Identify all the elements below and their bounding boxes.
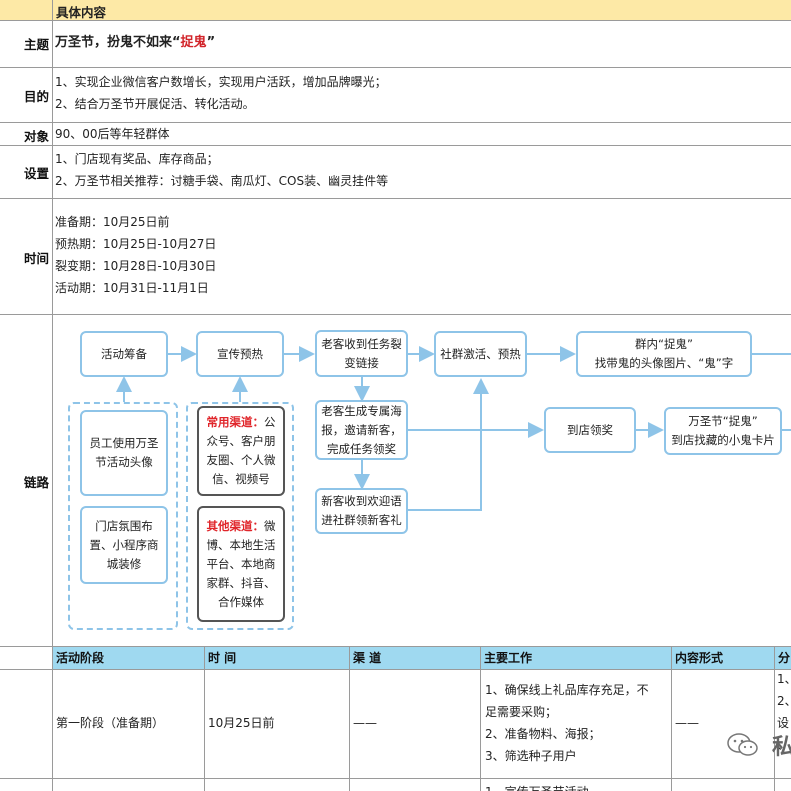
wechat-icon	[727, 733, 758, 756]
flow-text-decor-2: 置、小程序商	[89, 537, 159, 552]
schedule-work-line-4: 3、筛选种子用户	[485, 749, 577, 763]
flow-box-other-channel: 其他渠道：微 博、本地生活 平台、本地商 家群、抖音、 合作媒体	[197, 506, 285, 622]
flow-text-activity-prep: 活动筹备	[101, 346, 147, 361]
schedule-stage-cell: 第一阶段（准备期）	[56, 716, 165, 730]
flow-connectors	[116, 346, 791, 511]
schedule-work-line-3: 2、准备物料、海报；	[485, 727, 601, 741]
flow-text-decor-1: 门店氛围布	[95, 518, 153, 533]
schedule-header-time: 时 间	[205, 647, 349, 669]
flow-text-staff-1: 员工使用万圣	[89, 436, 159, 450]
schedule-extra-line-2: 2、	[777, 694, 791, 708]
arrow-welcome-to-community	[408, 378, 489, 511]
flow-box-staff-avatar: 员工使用万圣 节活动头像	[80, 410, 168, 496]
flow-text-task-1: 老客收到任务裂	[321, 336, 402, 351]
schedule-work-line-1: 1、确保线上礼品库存充足，不	[485, 683, 649, 697]
schedule-col-divider	[204, 646, 205, 791]
flow-text-poster-2: 报，邀请新客，	[321, 422, 402, 437]
schedule-row2-work: 1、宣传万圣节活动	[485, 781, 589, 791]
common-channel-title: 常用渠道：	[206, 415, 265, 429]
common-channel-line-3: 友圈、个人微	[206, 453, 276, 467]
flow-text-group-2: 找带鬼的头像图片、“鬼”字	[594, 356, 734, 370]
flow-box-store-prize: 到店领奖	[544, 407, 636, 453]
flow-box-old-customer-task: 老客收到任务裂 变链接	[315, 330, 408, 377]
schedule-col-divider	[671, 646, 672, 791]
common-channel-line-4: 信、视频号	[212, 472, 270, 486]
flow-box-old-customer-poster: 老客生成专属海 报，邀请新客， 完成任务领奖	[315, 400, 408, 460]
flow-text-catch-1: 万圣节“捉鬼”	[688, 414, 758, 428]
flow-box-store-decor: 门店氛围布置、小程序商 城装修	[80, 506, 168, 584]
other-channel-title: 其他渠道：	[206, 518, 265, 533]
flow-box-promo-warmup: 宣传预热	[196, 331, 284, 377]
schedule-header-channel: 渠 道	[350, 647, 480, 669]
flow-box-community-activate: 社群激活、预热	[434, 331, 527, 377]
schedule-work-line-2: 足需要采购；	[485, 705, 558, 719]
other-channel-line-2: 博、本地生活	[206, 537, 276, 552]
watermark: 私	[726, 725, 791, 765]
other-channel-line-4: 家群、抖音、	[206, 575, 276, 590]
flow-box-activity-prep: 活动筹备	[80, 331, 168, 377]
common-channel-line-1: 公	[264, 415, 276, 429]
flow-text-catch-2: 到店找藏的小鬼卡片	[671, 433, 775, 447]
schedule-time-cell: 10月25日前	[208, 716, 275, 730]
other-channel-line-3: 平台、本地商	[206, 556, 276, 571]
schedule-form-cell: ——	[675, 716, 699, 730]
flow-box-new-customer-welcome: 新客收到欢迎语 进社群领新客礼	[315, 488, 408, 534]
flow-text-poster-1: 老客生成专属海	[321, 403, 402, 418]
schedule-header-stage: 活动阶段	[53, 647, 204, 669]
flow-text-decor-3: 城装修	[106, 556, 142, 571]
schedule-header-form: 内容形式	[672, 647, 774, 669]
flow-box-group-catch: 群内“捉鬼” 找带鬼的头像图片、“鬼”字	[576, 331, 752, 377]
other-channel-line-5: 合作媒体	[218, 594, 264, 609]
schedule-channel-cell: ——	[353, 716, 377, 730]
flow-text-welcome-1: 新客收到欢迎语	[321, 494, 402, 508]
flow-box-halloween-catch: 万圣节“捉鬼” 到店找藏的小鬼卡片	[664, 407, 782, 455]
flow-text-store-prize: 到店领奖	[567, 422, 613, 437]
other-channel-line-1: 微	[264, 518, 276, 533]
watermark-text: 私	[772, 735, 791, 760]
flow-text-welcome-2: 进社群领新客礼	[321, 513, 402, 527]
flow-box-common-channel: 常用渠道：公 众号、客户朋 友圈、个人微 信、视频号	[197, 406, 285, 496]
schedule-col-divider	[349, 646, 350, 791]
schedule-divider	[0, 669, 791, 670]
schedule-divider	[0, 778, 791, 779]
schedule-extra-line-1: 1、	[777, 672, 791, 686]
flow-text-poster-3: 完成任务领奖	[327, 441, 396, 456]
flow-text-staff-2: 节活动头像	[95, 455, 153, 469]
schedule-header-extra: 分	[775, 647, 791, 669]
schedule-col-divider	[480, 646, 481, 791]
schedule-col-divider	[774, 646, 775, 791]
common-channel-line-2: 众号、客户朋	[206, 434, 276, 448]
flow-text-community: 社群激活、预热	[440, 346, 521, 361]
flow-text-promo-warmup: 宣传预热	[217, 346, 263, 361]
schedule-header-work: 主要工作	[481, 647, 671, 669]
flow-text-group-1: 群内“捉鬼”	[635, 337, 693, 351]
flow-text-task-2: 变链接	[344, 355, 379, 370]
